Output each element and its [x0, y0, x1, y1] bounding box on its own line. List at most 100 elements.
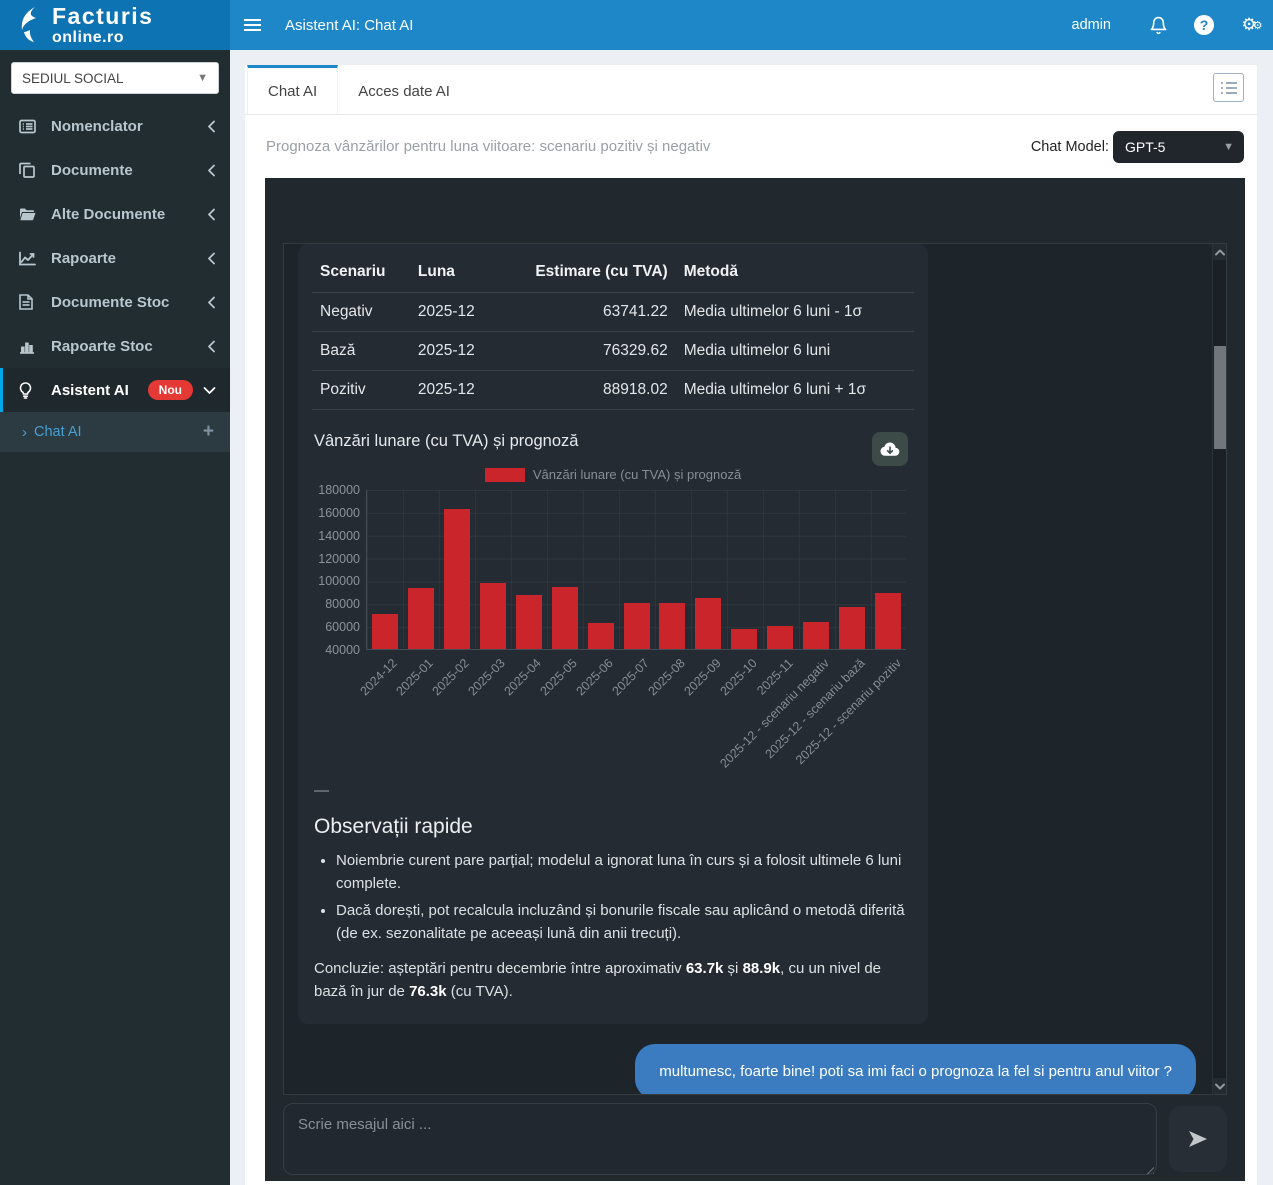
table-header: Estimare (cu TVA): [497, 252, 675, 293]
y-tick-label: 180000: [318, 483, 360, 497]
table-cell: Media ultimelor 6 luni + 1σ: [676, 371, 914, 410]
tab-acces-date-ai[interactable]: Acces date AI: [338, 65, 470, 114]
chart-bar: [624, 603, 650, 649]
sidebar-item-documente-stoc[interactable]: Documente Stoc: [0, 280, 230, 324]
user-message: multumesc, foarte bine! poti sa imi faci…: [635, 1044, 1196, 1096]
top-navbar: Asistent AI: Chat AI admin ? ⚙⚙: [230, 0, 1273, 50]
send-button[interactable]: [1169, 1106, 1227, 1172]
sidebar-menu: Nomenclator Documente Alte Documente Rapoar…: [0, 104, 230, 412]
chevron-left-icon: [207, 296, 216, 309]
table-row: Pozitiv2025-1288918.02Media ultimelor 6 …: [312, 371, 914, 410]
chevron-left-icon: [207, 164, 216, 177]
table-cell: 2025-12: [410, 371, 498, 410]
list-icon: [19, 119, 39, 134]
sidebar-item-rapoarte[interactable]: Rapoarte: [0, 236, 230, 280]
chevron-left-icon: [207, 252, 216, 265]
chevron-down-icon: [203, 386, 216, 395]
chart-bar: [803, 622, 829, 649]
table-header: Scenariu: [312, 252, 410, 293]
chart-bar: [516, 595, 542, 649]
sidebar-item-asistent-ai[interactable]: Asistent AINou: [0, 368, 230, 412]
y-tick-label: 40000: [325, 643, 360, 657]
chat-model-select[interactable]: GPT-5 ▼: [1113, 131, 1244, 163]
legend-label: Vânzări lunare (cu TVA) și prognoză: [533, 467, 741, 482]
chart-bar: [588, 623, 614, 649]
x-axis-labels: 2024-122025-012025-022025-032025-042025-…: [366, 650, 914, 768]
sidebar-item-documente[interactable]: Documente: [0, 148, 230, 192]
conversation-header: Prognoza vânzărilor pentru luna viitoare…: [245, 115, 1257, 178]
chart-bar: [767, 626, 793, 649]
tab-bar: Chat AIAcces date AI: [245, 65, 1257, 115]
company-selector[interactable]: SEDIUL SOCIAL ▼: [11, 62, 219, 94]
help-icon[interactable]: ?: [1181, 0, 1227, 50]
y-tick-label: 160000: [318, 506, 360, 520]
table-cell: 2025-12: [410, 293, 498, 332]
table-header: Metodă: [676, 252, 914, 293]
chart-bar: [372, 614, 398, 649]
chart-bar: [695, 598, 721, 649]
messages-area: ScenariuLunaEstimare (cu TVA)Metodă Nega…: [283, 243, 1227, 1095]
chevron-left-icon: [207, 340, 216, 353]
chart-legend: Vânzări lunare (cu TVA) și prognoză: [312, 467, 914, 482]
chart-bar: [659, 603, 685, 649]
logo-leaf-icon: [14, 6, 44, 44]
chat-model-label: Chat Model:: [1031, 139, 1109, 155]
conversation-list-button[interactable]: [1213, 73, 1244, 102]
sidebar-item-label: Documente Stoc: [51, 294, 207, 311]
conclusion-text: Concluzie: așteptări pentru decembrie în…: [314, 957, 914, 1004]
chart-bar: [408, 588, 434, 649]
scroll-up-arrow-icon[interactable]: [1213, 244, 1227, 260]
message-composer: [283, 1103, 1227, 1180]
table-cell: Pozitiv: [312, 371, 410, 410]
assistant-message: ScenariuLunaEstimare (cu TVA)Metodă Nega…: [298, 244, 928, 1024]
chevron-left-icon: [207, 208, 216, 221]
sidebar-item-chat-ai[interactable]: › Chat AI +: [0, 412, 230, 452]
chart-bar: [480, 583, 506, 649]
sidebar-item-rapoarte-stoc[interactable]: Rapoarte Stoc: [0, 324, 230, 368]
line-chart-icon: [19, 251, 39, 266]
forecast-table: ScenariuLunaEstimare (cu TVA)Metodă Nega…: [312, 252, 914, 410]
user-menu[interactable]: admin: [1048, 17, 1136, 33]
download-chart-button[interactable]: [872, 432, 908, 466]
sidebar-submenu: › Chat AI +: [0, 412, 230, 452]
plus-icon[interactable]: +: [203, 421, 214, 443]
sidebar-item-label: Documente: [51, 162, 207, 179]
notifications-bell-icon[interactable]: [1135, 0, 1181, 50]
table-cell: 88918.02: [497, 371, 675, 410]
conversation-title: Prognoza vânzărilor pentru luna viitoare…: [266, 138, 710, 155]
y-tick-label: 80000: [325, 597, 360, 611]
chevron-down-icon: ▼: [197, 72, 208, 84]
sidebar-item-label: Nomenclator: [51, 118, 207, 135]
table-row: Bază2025-1276329.62Media ultimelor 6 lun…: [312, 332, 914, 371]
app-logo[interactable]: Facturis online.ro: [0, 0, 230, 50]
y-tick-label: 140000: [318, 529, 360, 543]
chat-panel: ScenariuLunaEstimare (cu TVA)Metodă Nega…: [265, 178, 1245, 1181]
sidebar-item-label: Rapoarte: [51, 250, 207, 267]
hamburger-menu-icon[interactable]: [230, 0, 275, 50]
sidebar-item-nomenclator[interactable]: Nomenclator: [0, 104, 230, 148]
table-row: Negativ2025-1263741.22Media ultimelor 6 …: [312, 293, 914, 332]
table-cell: 2025-12: [410, 332, 498, 371]
scroll-down-arrow-icon[interactable]: [1213, 1078, 1227, 1094]
x-tick-label: 2024-12: [358, 656, 400, 698]
sidebar-item-alte-documente[interactable]: Alte Documente: [0, 192, 230, 236]
markdown-divider: —: [314, 782, 914, 799]
table-cell: Negativ: [312, 293, 410, 332]
table-header: Luna: [410, 252, 498, 293]
scrollbar-thumb[interactable]: [1214, 346, 1226, 449]
table-cell: 76329.62: [497, 332, 675, 371]
sales-chart: Vânzări lunare (cu TVA) și prognoză: [312, 432, 914, 768]
observation-item: Noiembrie curent pare parțial; modelul a…: [336, 849, 914, 896]
chart-bar: [552, 587, 578, 649]
folder-icon: [19, 207, 39, 221]
chart-bar: [444, 509, 470, 649]
observations-heading: Observații rapide: [314, 815, 914, 839]
table-cell: Media ultimelor 6 luni - 1σ: [676, 293, 914, 332]
copy-icon: [19, 162, 39, 178]
bar-chart-icon: [19, 339, 39, 354]
message-input[interactable]: [283, 1103, 1157, 1175]
tab-chat-ai[interactable]: Chat AI: [247, 65, 338, 114]
vertical-scrollbar[interactable]: [1212, 244, 1226, 1094]
chart-bar: [839, 607, 865, 649]
settings-gears-icon[interactable]: ⚙⚙: [1227, 0, 1273, 50]
